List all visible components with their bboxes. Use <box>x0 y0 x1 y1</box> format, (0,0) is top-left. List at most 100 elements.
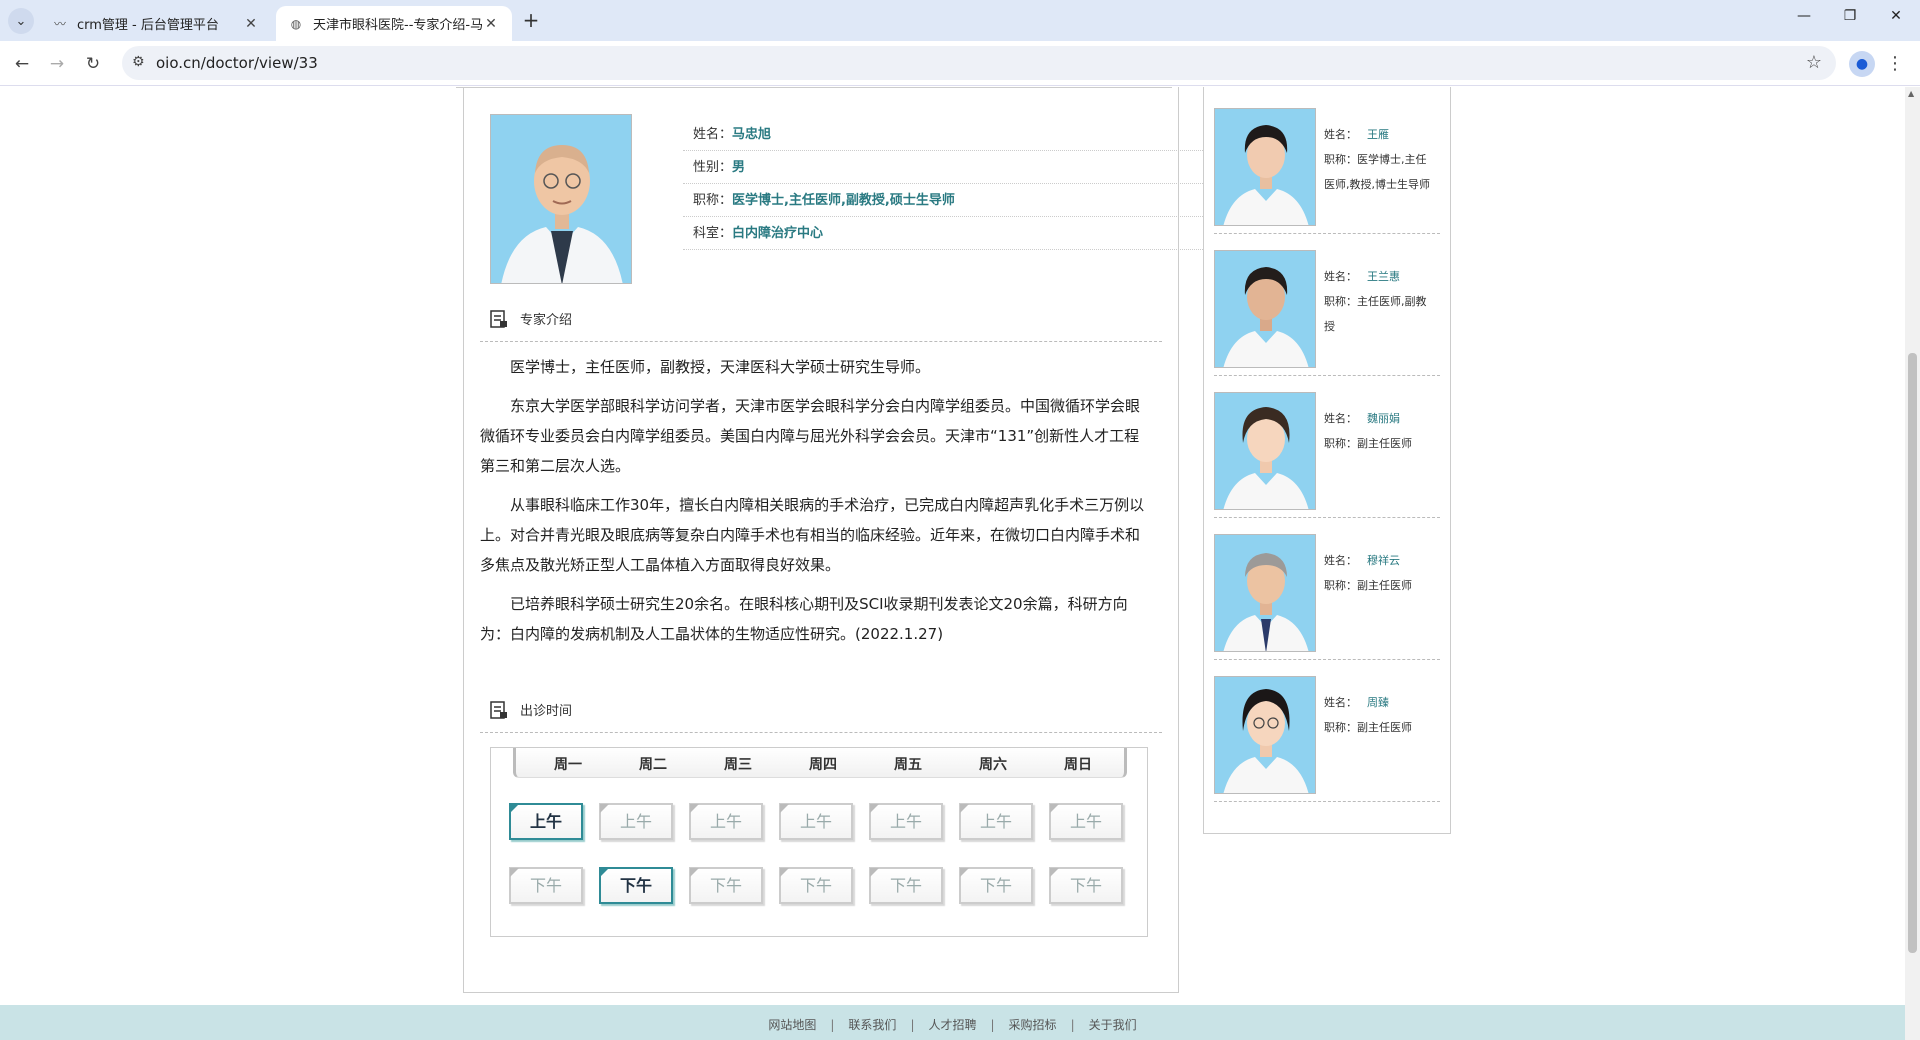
tab-title: 天津市眼科医院--专家介绍-马忠旭 <box>313 18 482 33</box>
footer-link-sitemap[interactable]: 网站地图 <box>754 1018 830 1032</box>
title-label: 职称： <box>1324 295 1357 308</box>
doctor-info-list: 姓名：马忠旭 性别：男 职称：医学博士,主任医师,副教授,硕士生导师 科室：白内… <box>683 118 1203 250</box>
day-label: 周日 <box>1064 757 1092 773</box>
slot-wed-pm[interactable]: 下午 <box>689 867 763 904</box>
related-doctor-card[interactable]: 姓名： 王雁 职称：医学博士,主任医师,教授,博士生导师 <box>1214 92 1440 234</box>
intro-heading-text: 专家介绍 <box>520 313 573 328</box>
slot-mon-am[interactable]: 上午 <box>509 803 583 840</box>
related-doctor-card[interactable]: 姓名： 周臻 职称：副主任医师 <box>1214 660 1440 802</box>
related-doctor-name[interactable]: 穆祥云 <box>1367 554 1400 567</box>
day-label: 周五 <box>894 757 922 773</box>
title-label: 职称： <box>1324 721 1357 734</box>
title-label: 职称： <box>1324 579 1357 592</box>
related-doctor-name[interactable]: 魏丽娟 <box>1367 412 1400 425</box>
crm-favicon-icon: 〰 <box>53 17 66 31</box>
schedule-heading-text: 出诊时间 <box>520 704 573 719</box>
footer-separator: | <box>990 1018 995 1032</box>
related-doctor-name[interactable]: 王兰惠 <box>1367 270 1400 283</box>
intro-paragraph: 医学博士，主任医师，副教授，天津医科大学硕士研究生导师。 <box>510 358 931 376</box>
footer-separator: | <box>1070 1018 1075 1032</box>
footer-link-contact[interactable]: 联系我们 <box>834 1018 910 1032</box>
title-label: 职称： <box>1324 153 1357 166</box>
day-label: 周四 <box>809 757 837 773</box>
name-label: 姓名： <box>1324 412 1357 425</box>
browser-tab-crm[interactable]: 〰 crm管理 - 后台管理平台 ✕ <box>40 6 272 41</box>
name-label: 姓名： <box>693 127 733 142</box>
site-info-icon[interactable]: ⚙ <box>132 54 145 70</box>
slot-sat-am[interactable]: 上午 <box>959 803 1033 840</box>
slot-fri-pm[interactable]: 下午 <box>869 867 943 904</box>
slot-wed-am[interactable]: 上午 <box>689 803 763 840</box>
scrollbar-thumb[interactable] <box>1908 353 1917 953</box>
related-doctor-card[interactable]: 姓名： 魏丽娟 职称：副主任医师 <box>1214 376 1440 518</box>
slot-tue-pm[interactable]: 下午 <box>599 867 673 904</box>
footer-link-about[interactable]: 关于我们 <box>1075 1018 1151 1032</box>
doctor-dept-row: 科室：白内障治疗中心 <box>683 217 1203 250</box>
close-tab-icon[interactable]: ✕ <box>242 16 260 32</box>
slot-thu-am[interactable]: 上午 <box>779 803 853 840</box>
related-doctor-card[interactable]: 姓名： 穆祥云 职称：副主任医师 <box>1214 518 1440 660</box>
day-label: 周二 <box>639 757 667 773</box>
document-icon <box>490 309 508 328</box>
slot-sun-am[interactable]: 上午 <box>1049 803 1123 840</box>
minimize-window-button[interactable]: — <box>1784 8 1824 34</box>
intro-section-heading: 专家介绍 <box>490 309 572 328</box>
close-window-button[interactable]: ✕ <box>1876 8 1916 34</box>
doctor-introduction: 医学博士，主任医师，副教授，天津医科大学硕士研究生导师。 东京大学医学部眼科学访… <box>480 352 1148 658</box>
page-scrollbar[interactable]: ▲ <box>1905 87 1920 1040</box>
related-doctor-card[interactable]: 姓名： 王兰惠 职称：主任医师,副教授 <box>1214 234 1440 376</box>
schedule-day-header: 周一 周二 周三 周四 周五 周六 周日 <box>513 748 1127 778</box>
address-bar[interactable]: ⚙ oio.cn/doctor/view/33 ☆ <box>122 46 1836 80</box>
related-doctor-photo[interactable] <box>1214 392 1316 510</box>
back-button[interactable]: ← <box>9 51 35 77</box>
related-doctor-info: 姓名： 周臻 职称：副主任医师 <box>1324 690 1436 740</box>
section-divider <box>480 341 1162 342</box>
related-doctor-photo[interactable] <box>1214 108 1316 226</box>
doctor-detail-panel: 姓名：马忠旭 性别：男 职称：医学博士,主任医师,副教授,硕士生导师 科室：白内… <box>456 87 1203 993</box>
slot-tue-am[interactable]: 上午 <box>599 803 673 840</box>
forward-button[interactable]: → <box>44 51 70 77</box>
arrow-left-icon: ← <box>14 54 30 74</box>
clinic-schedule-table: 周一 周二 周三 周四 周五 周六 周日 上午 上午 上午 上午 上午 上午 上… <box>490 747 1148 937</box>
browser-menu-icon[interactable]: ⋮ <box>1885 51 1905 77</box>
slot-sat-pm[interactable]: 下午 <box>959 867 1033 904</box>
chevron-down-icon: ⌄ <box>15 13 27 29</box>
scroll-up-arrow-icon[interactable]: ▲ <box>1908 89 1914 98</box>
slot-thu-pm[interactable]: 下午 <box>779 867 853 904</box>
name-label: 姓名： <box>1324 696 1357 709</box>
related-doctor-name[interactable]: 周臻 <box>1367 696 1389 709</box>
restore-window-button[interactable]: ❐ <box>1830 8 1870 34</box>
globe-icon: ◍ <box>290 16 302 31</box>
title-label: 职称： <box>693 193 733 208</box>
doctor-gender-row: 性别：男 <box>683 151 1203 184</box>
related-doctor-name[interactable]: 王雁 <box>1367 128 1389 141</box>
day-label: 周三 <box>724 757 752 773</box>
related-doctor-info: 姓名： 魏丽娟 职称：副主任医师 <box>1324 406 1436 456</box>
intro-paragraph: 已培养眼科学硕士研究生20余名。在眼科核心期刊及SCI收录期刊发表论文20余篇，… <box>480 595 1128 643</box>
url-text[interactable]: oio.cn/doctor/view/33 <box>156 54 318 72</box>
footer-link-careers[interactable]: 人才招聘 <box>914 1018 990 1032</box>
doctor-title: 医学博士,主任医师,副教授,硕士生导师 <box>732 193 955 208</box>
panel-top-bar <box>456 87 1172 88</box>
browser-tab-doctor[interactable]: ◍ 天津市眼科医院--专家介绍-马忠旭 ✕ <box>276 6 512 41</box>
related-doctor-photo[interactable] <box>1214 676 1316 794</box>
slot-sun-pm[interactable]: 下午 <box>1049 867 1123 904</box>
intro-paragraph: 从事眼科临床工作30年，擅长白内障相关眼病的手术治疗，已完成白内障超声乳化手术三… <box>480 496 1145 574</box>
name-label: 姓名： <box>1324 128 1357 141</box>
related-doctor-title: 副主任医师 <box>1357 721 1412 734</box>
day-label: 周一 <box>554 757 582 773</box>
tab-search-button[interactable]: ⌄ <box>8 8 34 34</box>
bookmark-star-icon[interactable]: ☆ <box>1806 52 1822 73</box>
slot-mon-pm[interactable]: 下午 <box>509 867 583 904</box>
reload-button[interactable]: ↻ <box>80 51 106 77</box>
related-doctors-sidebar: 姓名： 王雁 职称：医学博士,主任医师,教授,博士生导师 姓名： 王兰惠 职称：主任… <box>1203 87 1451 834</box>
close-tab-icon[interactable]: ✕ <box>482 16 500 32</box>
footer-link-procurement[interactable]: 采购招标 <box>995 1018 1071 1032</box>
related-doctor-photo[interactable] <box>1214 534 1316 652</box>
related-doctor-photo[interactable] <box>1214 250 1316 368</box>
page-viewport: 姓名：马忠旭 性别：男 职称：医学博士,主任医师,副教授,硕士生导师 科室：白内… <box>0 87 1905 1040</box>
profile-avatar-icon[interactable]: ● <box>1849 51 1875 77</box>
slot-fri-am[interactable]: 上午 <box>869 803 943 840</box>
new-tab-button[interactable]: + <box>520 10 542 32</box>
tab-title: crm管理 - 后台管理平台 <box>77 18 219 33</box>
